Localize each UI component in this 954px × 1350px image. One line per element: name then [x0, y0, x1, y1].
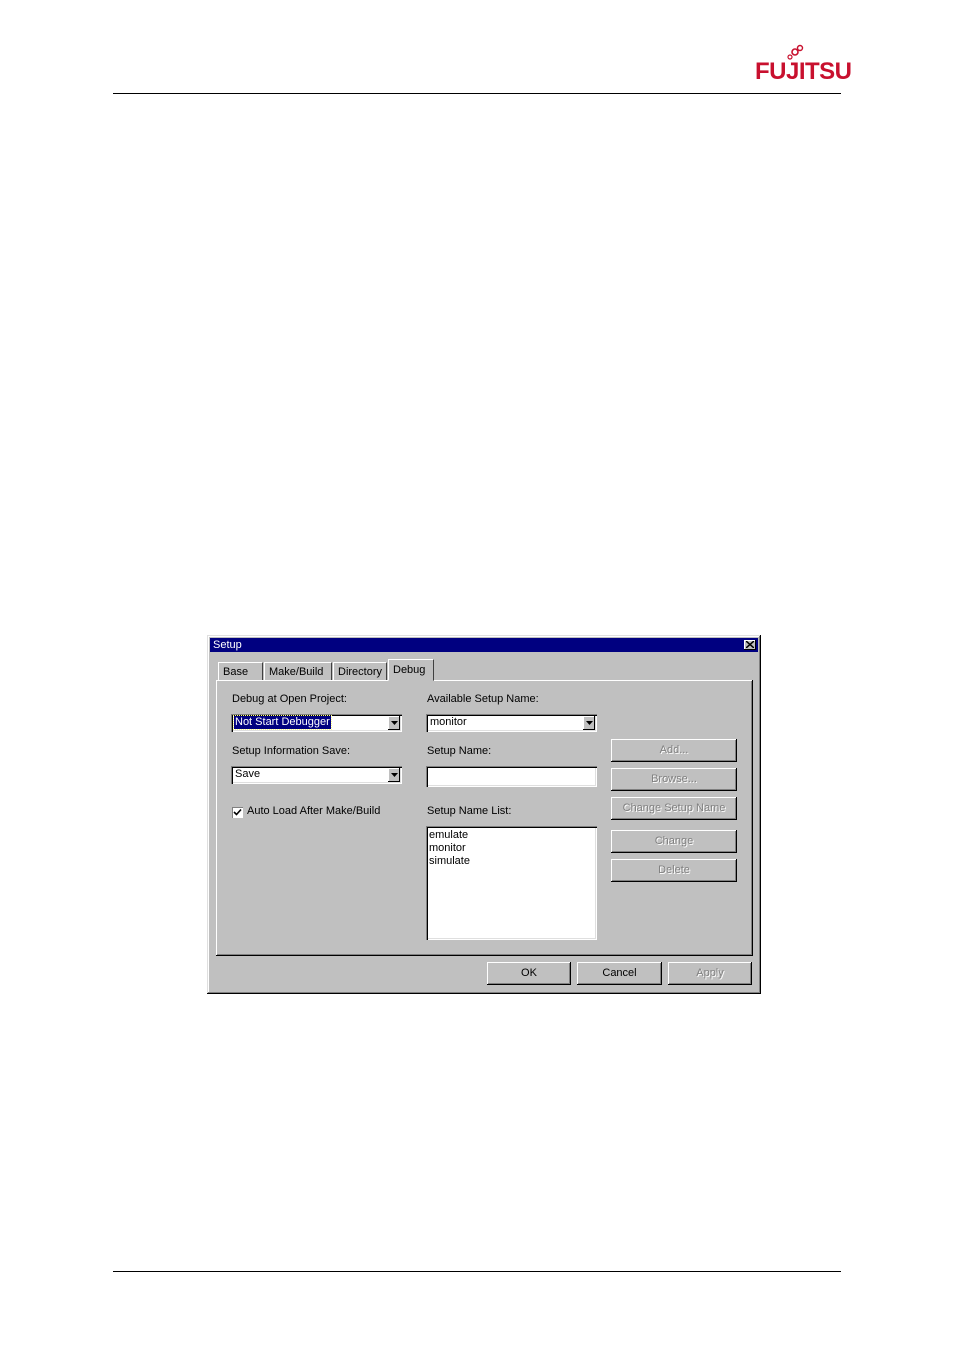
tab-directory[interactable]: Directory — [333, 662, 387, 680]
list-item[interactable]: monitor — [429, 842, 466, 855]
add-button[interactable]: Add... — [611, 739, 737, 762]
close-icon — [746, 641, 754, 648]
tab-debug-label: Debug — [393, 664, 426, 676]
list-item[interactable]: emulate — [429, 829, 468, 842]
setup-information-save-value: Save — [235, 768, 261, 780]
change-setup-name-button[interactable]: Change Setup Name — [611, 797, 737, 820]
auto-load-checkbox[interactable] — [232, 807, 243, 818]
debug-at-open-project-value: Not Start Debugger — [233, 715, 332, 730]
dropdown-button[interactable] — [583, 716, 595, 730]
dialog-title: Setup — [213, 639, 242, 651]
logo-text: FUJITSU — [755, 58, 852, 85]
header-rule — [113, 93, 841, 94]
tab-make-build-label: Make/Build — [269, 666, 324, 678]
available-setup-name-value: monitor — [430, 716, 467, 728]
checkmark-icon — [233, 808, 242, 816]
apply-button[interactable]: Apply — [668, 962, 752, 985]
debug-at-open-project-select[interactable]: Not Start Debugger — [231, 714, 402, 732]
available-setup-name-label: Available Setup Name: — [427, 693, 539, 705]
debug-at-open-project-label: Debug at Open Project: — [232, 693, 347, 705]
setup-information-save-select[interactable]: Save — [231, 766, 402, 784]
cancel-button[interactable]: Cancel — [577, 962, 662, 985]
chevron-down-icon — [391, 721, 398, 725]
fujitsu-logo: FUJITSU — [755, 44, 852, 90]
list-item[interactable]: simulate — [429, 855, 470, 868]
tab-debug[interactable]: Debug — [388, 659, 434, 681]
setup-name-input[interactable] — [426, 766, 597, 787]
tab-base[interactable]: Base — [218, 662, 263, 680]
debug-tab-panel: Debug at Open Project: Not Start Debugge… — [216, 680, 753, 956]
tab-base-label: Base — [223, 666, 249, 678]
tab-make-build[interactable]: Make/Build — [264, 662, 332, 680]
dialog-titlebar[interactable]: Setup — [210, 638, 758, 652]
dropdown-button[interactable] — [388, 716, 400, 730]
auto-load-label[interactable]: Auto Load After Make/Build — [247, 805, 380, 817]
delete-button[interactable]: Delete — [611, 859, 737, 882]
dropdown-button[interactable] — [388, 768, 400, 782]
ok-button[interactable]: OK — [487, 962, 571, 985]
browse-button[interactable]: Browse... — [611, 768, 737, 791]
setup-name-list-label: Setup Name List: — [427, 805, 512, 817]
chevron-down-icon — [391, 773, 398, 777]
setup-dialog: Setup Base Make/Build Directory Debug De… — [207, 635, 761, 994]
footer-rule — [113, 1271, 841, 1272]
tab-directory-label: Directory — [338, 666, 383, 678]
chevron-down-icon — [586, 721, 593, 725]
change-button[interactable]: Change — [611, 830, 737, 853]
close-button[interactable] — [744, 640, 756, 650]
setup-information-save-label: Setup Information Save: — [232, 745, 351, 757]
setup-name-label: Setup Name: — [427, 745, 492, 757]
setup-name-listbox[interactable]: emulate monitor simulate — [426, 826, 597, 940]
available-setup-name-select[interactable]: monitor — [426, 714, 597, 732]
